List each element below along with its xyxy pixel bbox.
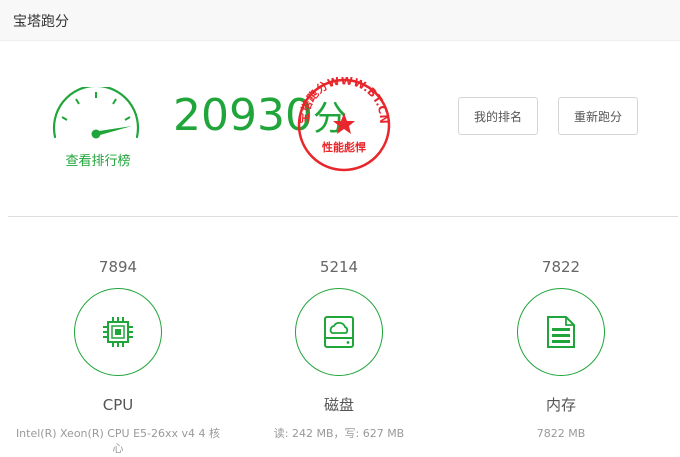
cpu-score-card: 7894 CPU Intel(R) Xeon(R) CPU E5-26xx v4… bbox=[8, 255, 228, 456]
section-divider bbox=[8, 216, 678, 217]
total-score: 20930 bbox=[173, 90, 313, 141]
view-leaderboard-link[interactable]: 查看排行榜 bbox=[56, 150, 140, 169]
disk-score: 5214 bbox=[319, 258, 359, 276]
disk-detail: 读: 242 MB，写: 627 MB bbox=[273, 427, 405, 440]
cpu-label: CPU bbox=[102, 396, 134, 414]
memory-score: 7822 bbox=[541, 258, 581, 276]
memory-label: 内存 bbox=[545, 396, 576, 414]
disk-label: 磁盘 bbox=[323, 396, 354, 414]
memory-icon-circle bbox=[517, 288, 605, 376]
cpu-score: 7894 bbox=[98, 258, 138, 276]
memory-document-icon bbox=[547, 316, 575, 348]
stamp-bottom-text: 性能彪悍 bbox=[322, 140, 366, 154]
my-rank-button[interactable]: 我的排名 bbox=[458, 97, 538, 135]
window-title-bar: 宝塔跑分 bbox=[0, 0, 680, 41]
speedometer-icon[interactable] bbox=[46, 84, 146, 157]
cpu-detail: Intel(R) Xeon(R) CPU E5-26xx v4 4 核心 bbox=[15, 427, 221, 455]
rerun-benchmark-button[interactable]: 重新跑分 bbox=[558, 97, 638, 135]
memory-detail: 7822 MB bbox=[536, 427, 586, 440]
disk-icon-circle bbox=[295, 288, 383, 376]
cpu-icon-circle bbox=[74, 288, 162, 376]
memory-score-card: 7822 内存 7822 MB bbox=[451, 255, 671, 441]
window-title: 宝塔跑分 bbox=[13, 14, 69, 30]
disk-score-card: 5214 磁盘 读: 242 MB，写: 627 MB bbox=[229, 255, 449, 441]
seal-stamp-icon: 宝塔跑分WWW.BT.CN 性能彪悍 bbox=[296, 74, 392, 173]
cpu-chip-icon bbox=[103, 317, 133, 347]
cloud-disk-icon bbox=[324, 316, 354, 348]
